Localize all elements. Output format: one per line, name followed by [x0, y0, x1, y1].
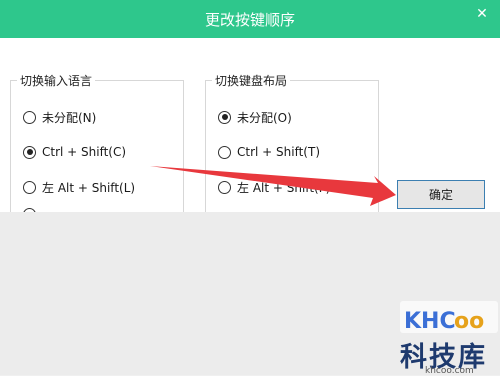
svg-text:oo: oo [454, 309, 484, 334]
red-arrow-icon [150, 166, 396, 206]
watermark: KHC oo 科技库 khcoo.com [380, 295, 500, 376]
svg-text:KHC: KHC [404, 309, 456, 334]
